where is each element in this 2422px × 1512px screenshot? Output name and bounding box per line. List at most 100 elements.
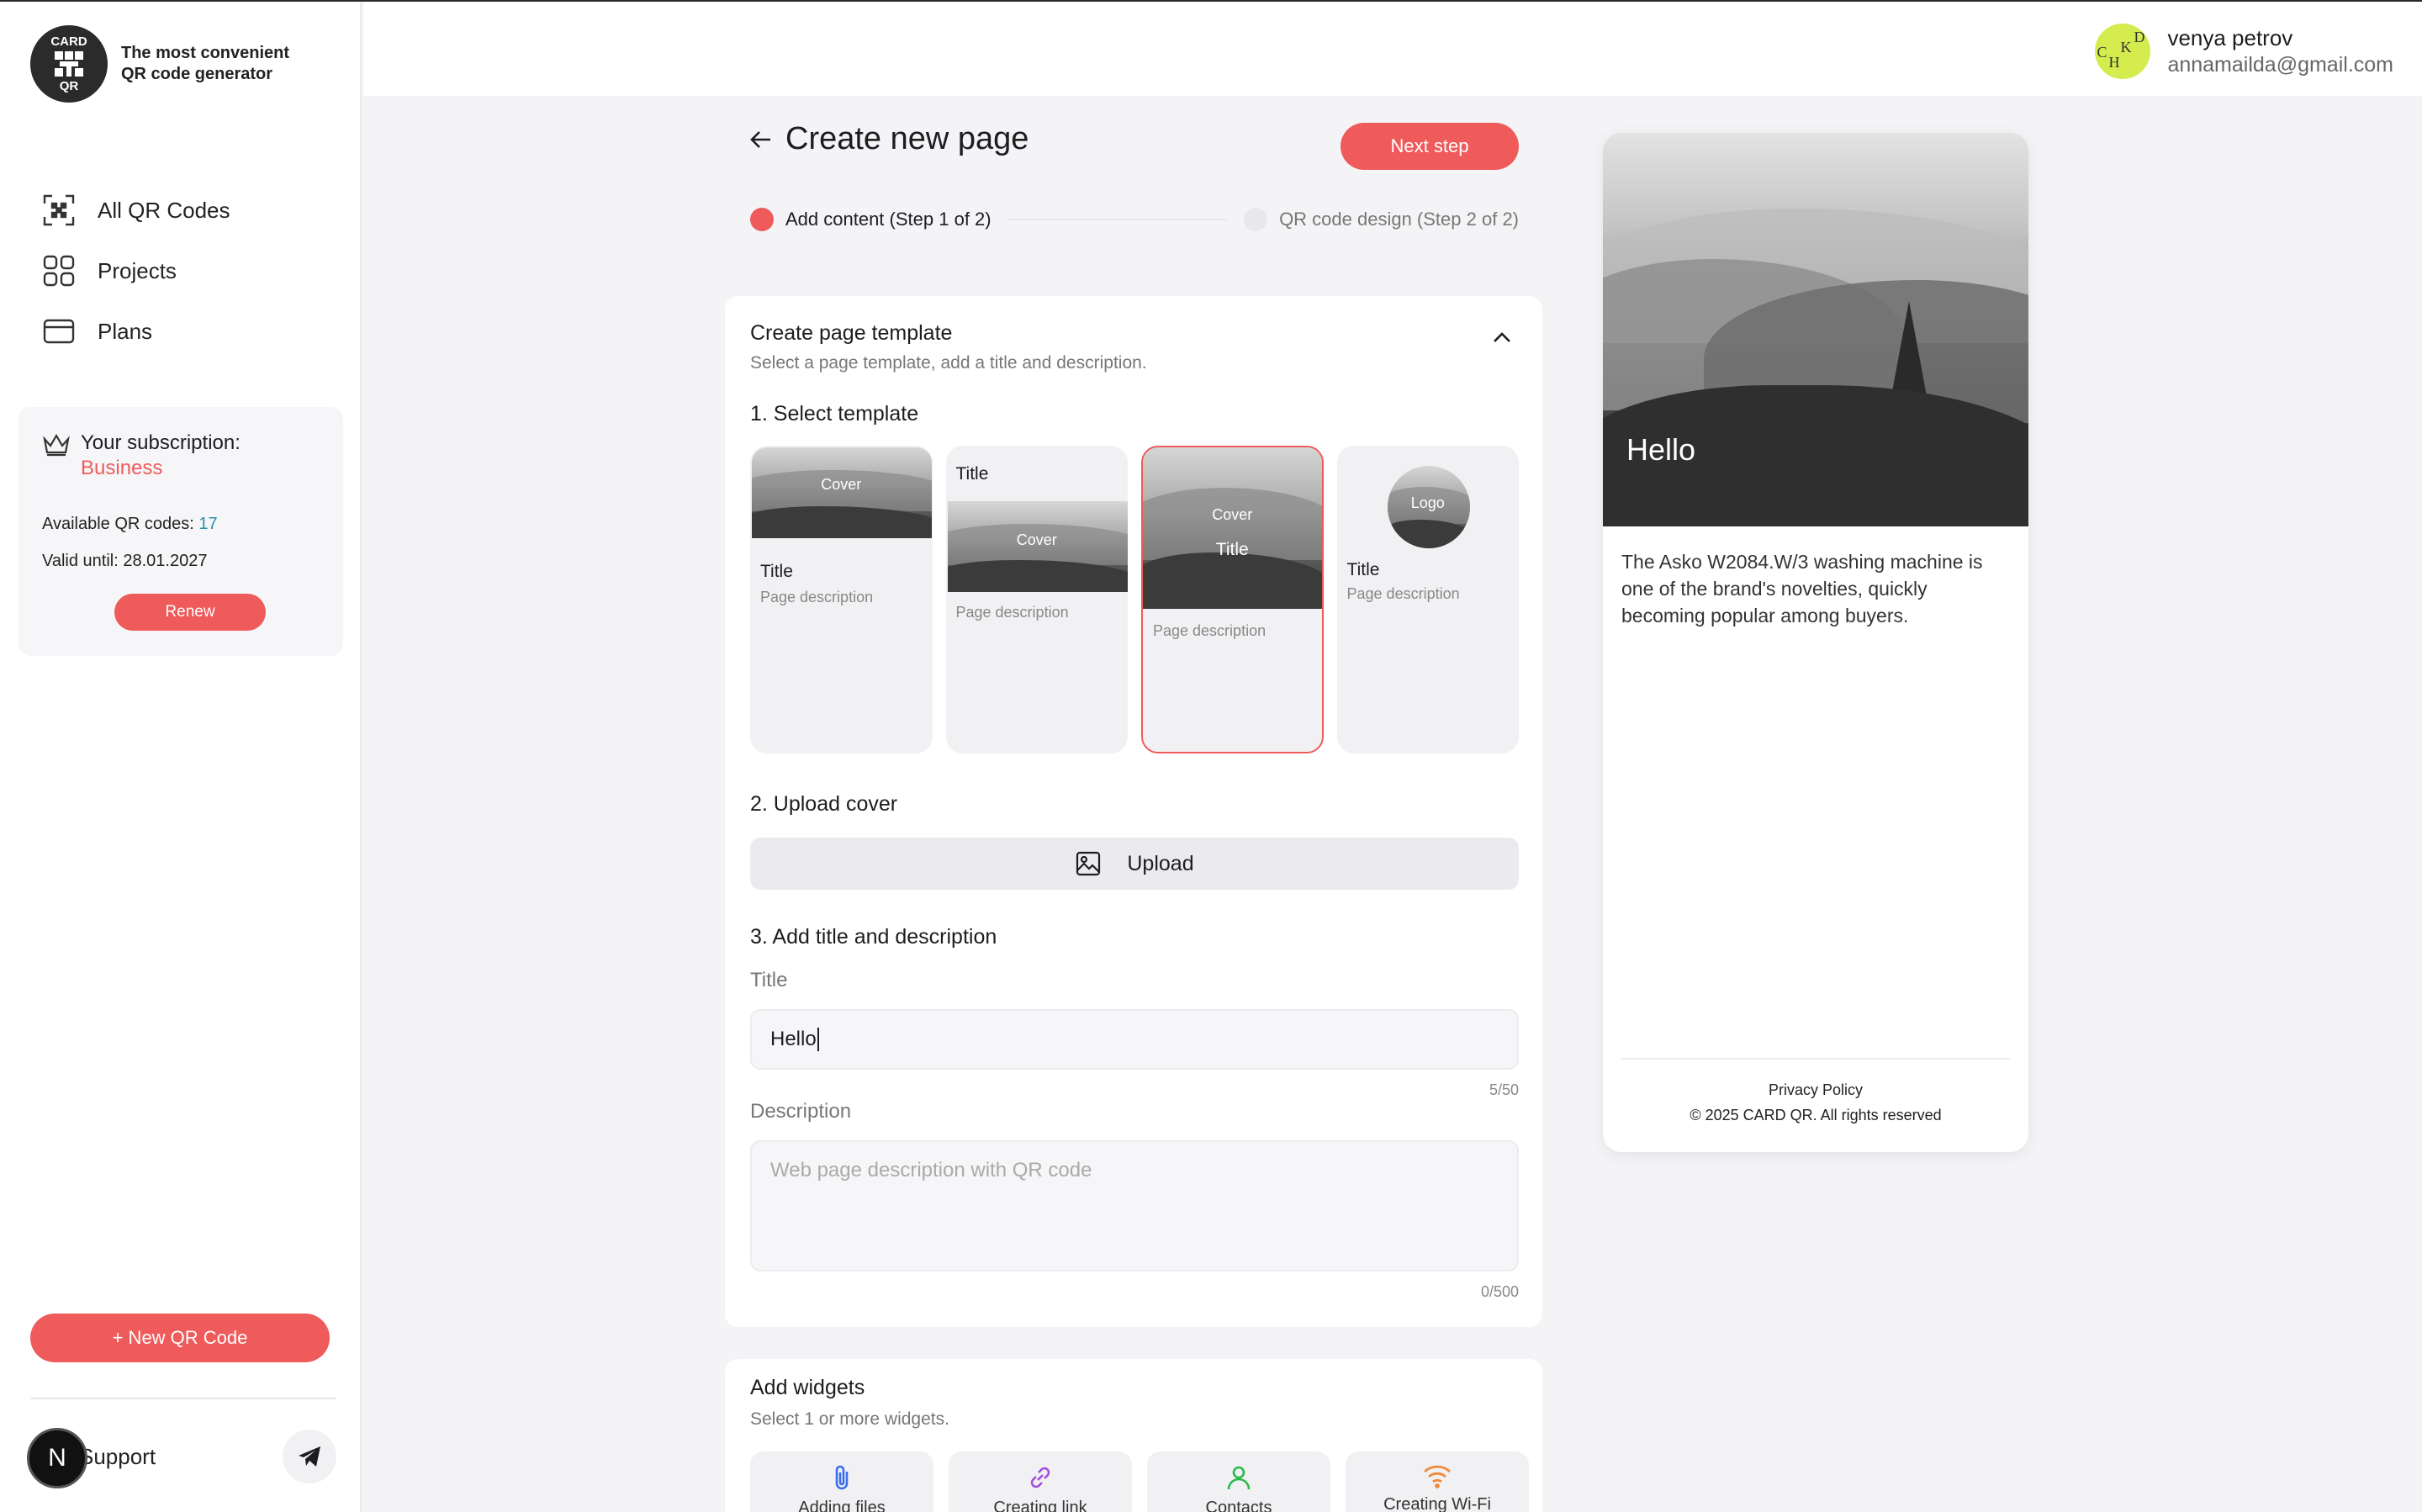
qr-scan-icon bbox=[42, 193, 76, 227]
template-title: Title bbox=[760, 562, 793, 581]
widget-label: Creating link bbox=[993, 1499, 1087, 1512]
phone-preview: Hello The Asko W2084.W/3 washing machine… bbox=[1603, 133, 2028, 1152]
grid-icon bbox=[42, 254, 76, 288]
template-title: Title bbox=[955, 464, 989, 484]
template-card-2[interactable]: Title Cover Page description bbox=[945, 446, 1128, 753]
step-connector bbox=[1007, 219, 1228, 220]
panel-title: Create page template bbox=[750, 321, 953, 345]
valid-until: Valid until: 28.01.2027 bbox=[42, 552, 208, 570]
preview-description: The Asko W2084.W/3 washing machine is on… bbox=[1621, 551, 1983, 626]
sidebar-item-label: All QR Codes bbox=[98, 197, 230, 223]
template-logo-label: Logo bbox=[1410, 494, 1445, 511]
support-label: Support bbox=[79, 1443, 156, 1469]
upload-label: Upload bbox=[1127, 851, 1194, 875]
sidebar-item-plans[interactable]: Plans bbox=[42, 301, 230, 362]
card-icon bbox=[42, 315, 76, 348]
new-qr-code-button[interactable]: + New QR Code bbox=[30, 1314, 330, 1362]
subscription-card: Your subscription: Business Available QR… bbox=[19, 407, 343, 656]
avatar-letter: H bbox=[2108, 54, 2120, 71]
avatar-letter: K bbox=[2120, 39, 2132, 56]
sidebar-item-all-qr-codes[interactable]: All QR Codes bbox=[42, 180, 230, 241]
template-card-1[interactable]: Cover Title Page description bbox=[750, 446, 933, 753]
title-counter: 5/50 bbox=[1489, 1081, 1519, 1098]
logo-bottom-text: QR bbox=[59, 79, 79, 93]
preview-divider bbox=[1621, 1058, 2010, 1060]
template-desc: Page description bbox=[1346, 585, 1460, 602]
user-name: venya petrov bbox=[2167, 25, 2293, 50]
template-card-4[interactable]: Logo Title Page description bbox=[1336, 446, 1520, 753]
template-cover-label: Cover bbox=[821, 476, 862, 493]
renew-button[interactable]: Renew bbox=[114, 594, 266, 631]
preview-copyright: © 2025 CARD QR. All rights reserved bbox=[1690, 1107, 1942, 1123]
crown-icon bbox=[42, 432, 71, 457]
subscription-heading: Your subscription: bbox=[81, 431, 241, 454]
widgets-panel: Add widgets Select 1 or more widgets. Ad… bbox=[725, 1359, 1542, 1512]
page-title: Create new page bbox=[785, 121, 1029, 156]
step-1-dot bbox=[750, 208, 774, 231]
sidebar-divider bbox=[30, 1398, 336, 1399]
template-desc: Page description bbox=[1153, 622, 1267, 639]
paperclip-icon bbox=[835, 1465, 849, 1490]
template-desc: Page description bbox=[955, 604, 1069, 621]
panel-subtitle: Select a page template, add a title and … bbox=[750, 353, 1147, 373]
widgets-list: Adding files Creating link Contacts Crea… bbox=[750, 1451, 1529, 1512]
template-list: Cover Title Page description Title Cover… bbox=[750, 446, 1520, 753]
title-field-label: Title bbox=[750, 969, 788, 991]
user-profile[interactable]: C H K D venya petrov annamailda@gmail.co… bbox=[2095, 24, 2393, 79]
stepper: Add content (Step 1 of 2) QR code design… bbox=[750, 205, 1519, 234]
sidebar-nav: All QR Codes Projects Plans bbox=[42, 180, 230, 362]
section-select-template: 1. Select template bbox=[750, 402, 919, 426]
description-field-label: Description bbox=[750, 1100, 852, 1123]
description-input[interactable]: Web page description with QR code bbox=[750, 1140, 1519, 1271]
step-2-dot bbox=[1244, 208, 1268, 231]
step-1-label[interactable]: Add content (Step 1 of 2) bbox=[785, 209, 992, 230]
widget-contacts[interactable]: Contacts bbox=[1147, 1451, 1330, 1512]
wifi-icon bbox=[1424, 1465, 1451, 1488]
link-icon bbox=[1030, 1467, 1050, 1488]
template-cover-label: Cover bbox=[1212, 506, 1253, 523]
brand-logo[interactable]: CARD QR The most convenient QR code gene… bbox=[30, 25, 306, 103]
widget-adding-files[interactable]: Adding files bbox=[750, 1451, 933, 1512]
template-title: Title bbox=[1215, 540, 1249, 559]
title-input[interactable]: Hello bbox=[750, 1009, 1519, 1070]
upload-button[interactable]: Upload bbox=[750, 838, 1519, 890]
available-qr-count: 17 bbox=[198, 515, 218, 533]
available-qr-line: Available QR codes: 17 bbox=[42, 515, 218, 533]
avatar-letter: C bbox=[2097, 44, 2107, 61]
section-title-description: 3. Add title and description bbox=[750, 925, 997, 949]
logo-top-text: CARD bbox=[50, 34, 87, 49]
contact-icon bbox=[1227, 1466, 1251, 1490]
sidebar-item-label: Plans bbox=[98, 318, 153, 344]
logo-icon: CARD QR bbox=[30, 25, 108, 103]
sidebar-item-projects[interactable]: Projects bbox=[42, 241, 230, 301]
chevron-up-icon[interactable] bbox=[1490, 326, 1514, 350]
widget-label: Creating Wi-Fi bbox=[1383, 1495, 1491, 1512]
description-counter: 0/500 bbox=[1480, 1283, 1519, 1300]
template-panel: Create page template Select a page templ… bbox=[725, 296, 1542, 1327]
widgets-title: Add widgets bbox=[750, 1376, 865, 1399]
sidebar: CARD QR The most convenient QR code gene… bbox=[0, 2, 362, 1512]
widget-label: Adding files bbox=[798, 1499, 886, 1512]
subscription-plan: Business bbox=[81, 457, 163, 479]
widgets-subtitle: Select 1 or more widgets. bbox=[750, 1409, 949, 1429]
widget-creating-wifi[interactable]: Creating Wi-Fi bbox=[1346, 1451, 1529, 1512]
privacy-policy-link[interactable]: Privacy Policy bbox=[1603, 1081, 2028, 1099]
top-header: C H K D venya petrov annamailda@gmail.co… bbox=[363, 2, 2422, 96]
template-card-3[interactable]: Cover Title Page description bbox=[1141, 446, 1324, 753]
step-2-label[interactable]: QR code design (Step 2 of 2) bbox=[1279, 209, 1519, 230]
next-step-button[interactable]: Next step bbox=[1341, 123, 1519, 170]
widget-label: Contacts bbox=[1205, 1499, 1272, 1512]
image-icon bbox=[1076, 851, 1101, 876]
template-cover-label: Cover bbox=[1016, 531, 1057, 548]
template-title: Title bbox=[1346, 560, 1380, 579]
widget-creating-link[interactable]: Creating link bbox=[949, 1451, 1132, 1512]
preview-title: Hello bbox=[1626, 432, 1696, 467]
title-input-value: Hello bbox=[770, 1028, 817, 1050]
page-heading: Create new page bbox=[748, 121, 1029, 157]
avatar-letter: D bbox=[2134, 29, 2145, 45]
send-icon bbox=[299, 1446, 320, 1467]
telegram-button[interactable] bbox=[283, 1430, 336, 1483]
n-badge[interactable]: N bbox=[27, 1428, 87, 1488]
back-arrow-icon[interactable] bbox=[748, 127, 774, 152]
user-email: annamailda@gmail.com bbox=[2167, 53, 2393, 77]
